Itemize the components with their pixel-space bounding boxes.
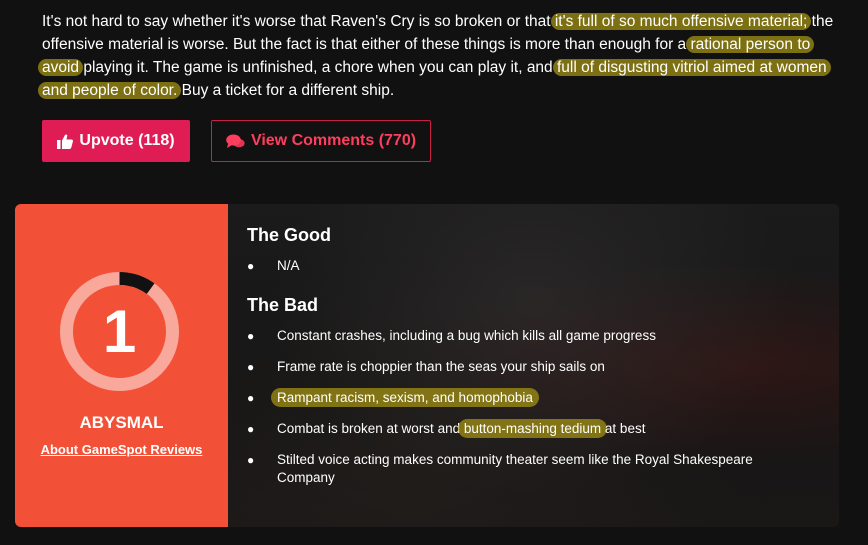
good-item: ● N/A [247,258,300,273]
action-bar: Upvote (118) View Comments (770) [42,120,431,162]
bullet-icon: ● [247,453,255,467]
score-verdict: ABYSMAL [79,413,164,432]
upvote-label: Upvote (118) [79,132,175,149]
bullet-icon: ● [247,259,255,273]
text-segment: playing it. The game is unfinished, a ch… [79,59,557,76]
bullet-icon: ● [247,329,255,343]
good-heading: The Good [247,225,331,245]
upvote-button[interactable]: Upvote (118) [42,120,190,162]
view-comments-button[interactable]: View Comments (770) [211,120,431,162]
view-comments-label: View Comments (770) [250,132,417,149]
thumbs-up-icon [57,134,74,149]
score-panel: 1 ABYSMAL About GameSpot Reviews [15,204,228,527]
review-score-card: 1 ABYSMAL About GameSpot Reviews The Goo… [15,204,839,527]
bad-item: ● Rampant racism, sexism, and homophobia [247,388,807,407]
bullet-icon: ● [247,360,255,374]
score-value: 1 [102,298,137,365]
comments-icon [226,134,245,149]
text-segment: Buy a ticket for a different ship. [177,82,395,99]
highlighted-text: Rampant racism, sexism, and homophobia [271,388,539,407]
highlighted-text: button-mashing tedium [457,419,608,438]
bad-item: ● Frame rate is choppier than the seas y… [247,359,605,374]
highlighted-text: it's full of so much offensive material; [550,13,812,30]
bullet-icon: ● [247,422,255,436]
bad-heading: The Bad [247,295,319,315]
text-segment: It's not hard to say whether it's worse … [42,13,555,30]
about-gamespot-reviews-link[interactable]: About GameSpot Reviews [15,442,228,457]
bad-item: ● Combat is broken at worst and button-m… [247,419,646,438]
bad-item: ● Constant crashes, including a bug whic… [247,328,656,343]
bullet-icon: ● [247,391,255,405]
review-summary-paragraph: It's not hard to say whether it's worse … [38,10,842,102]
pros-cons-panel: The Good ● N/A The Bad ● Constant crashe… [228,204,839,527]
bad-item: ● Stilted voice acting makes community t… [247,452,753,485]
